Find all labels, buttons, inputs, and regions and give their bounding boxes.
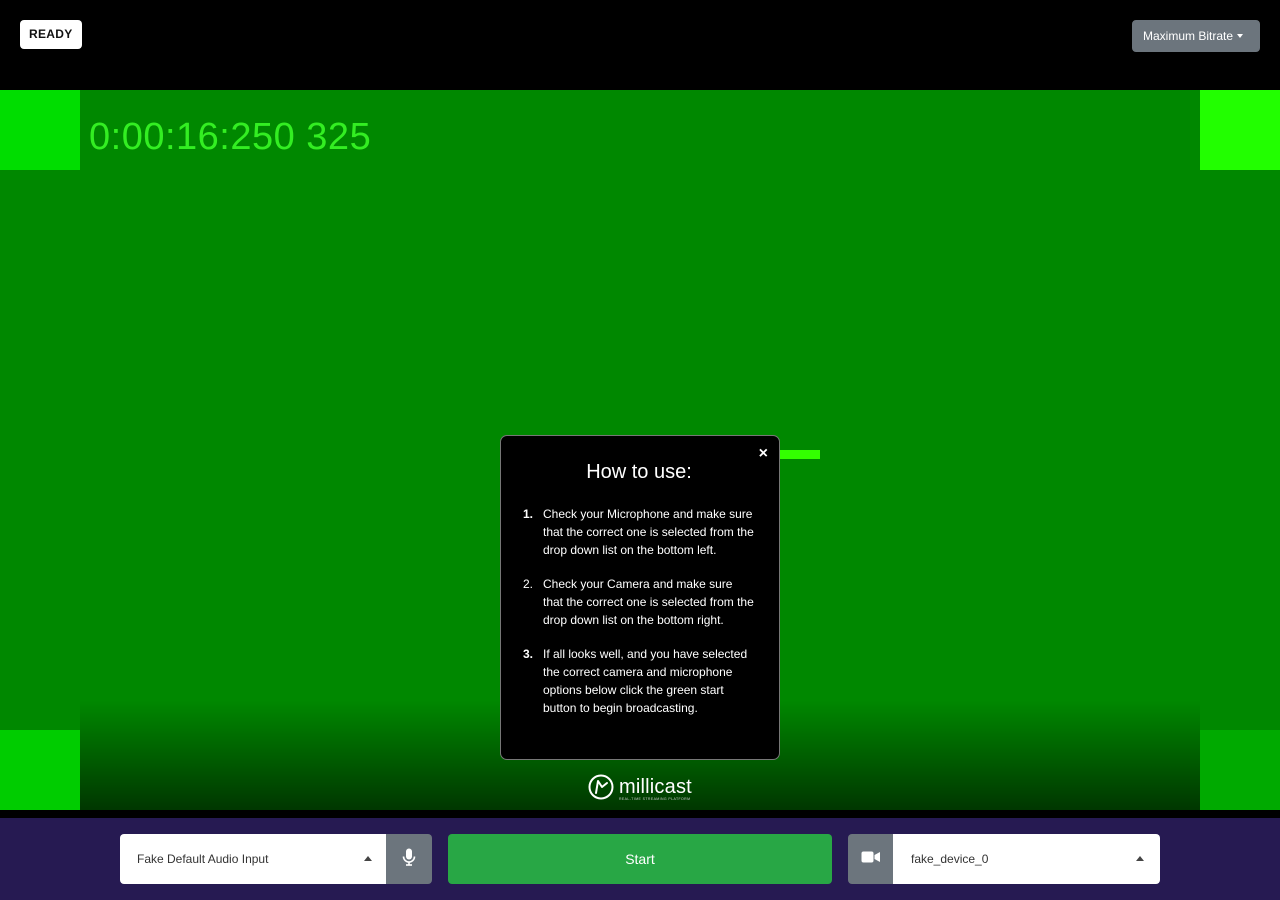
step-text: Check your Camera and make sure that the… xyxy=(543,577,754,627)
audio-input-select[interactable]: Fake Default Audio Input xyxy=(120,834,386,884)
video-input-value: fake_device_0 xyxy=(911,852,989,866)
logo-tagline: REAL-TIME STREAMING PLATFORM xyxy=(619,796,691,801)
control-bar: Fake Default Audio Input Start fake_devi… xyxy=(0,818,1280,900)
test-pattern-marker xyxy=(780,450,820,459)
how-to-use-modal: × How to use: 1. Check your Microphone a… xyxy=(500,435,780,760)
status-badge: READY xyxy=(20,20,82,49)
logo-wordmark: millicast xyxy=(619,775,692,798)
step-number: 3. xyxy=(523,647,534,661)
microphone-button[interactable] xyxy=(386,834,432,884)
video-input-select[interactable]: fake_device_0 xyxy=(893,834,1160,884)
millicast-logo-icon xyxy=(588,774,614,805)
test-pattern-corner-top-right xyxy=(1200,90,1280,170)
modal-title: How to use: xyxy=(586,461,692,483)
video-camera-icon xyxy=(861,850,881,869)
caret-down-icon xyxy=(1237,33,1244,38)
camera-button[interactable] xyxy=(848,834,893,884)
video-timecode: 0:00:16:250 325 xyxy=(89,116,372,158)
maximum-bitrate-dropdown-button[interactable]: Maximum Bitrate xyxy=(1132,20,1260,52)
close-icon[interactable]: × xyxy=(759,444,768,464)
video-preview: 0:00:16:250 325 × How to use: 1. Check y… xyxy=(0,90,1280,810)
test-pattern-corner-bottom-right xyxy=(1200,730,1280,810)
step-number: 1. xyxy=(523,507,534,521)
instruction-step: 3. If all looks well, and you have selec… xyxy=(523,645,755,717)
instruction-step: 2. Check your Camera and make sure that … xyxy=(523,575,755,629)
audio-input-value: Fake Default Audio Input xyxy=(137,852,269,866)
chevron-up-icon xyxy=(1136,856,1144,861)
bitrate-button-label: Maximum Bitrate xyxy=(1142,29,1234,43)
instruction-step: 1. Check your Microphone and make sure t… xyxy=(523,505,755,559)
step-number: 2. xyxy=(523,577,534,591)
test-pattern-corner-bottom-left xyxy=(0,730,80,810)
start-broadcast-button[interactable]: Start xyxy=(448,834,832,884)
top-bar: READY Maximum Bitrate xyxy=(0,0,1280,90)
millicast-logo: millicast REAL-TIME STREAMING PLATFORM xyxy=(588,774,692,805)
microphone-icon xyxy=(402,848,416,871)
instructions-list: 1. Check your Microphone and make sure t… xyxy=(523,505,755,717)
chevron-up-icon xyxy=(364,856,372,861)
step-text: If all looks well, and you have selected… xyxy=(543,647,748,715)
test-pattern-corner-top-left xyxy=(0,90,80,170)
step-text: Check your Microphone and make sure that… xyxy=(543,507,754,557)
